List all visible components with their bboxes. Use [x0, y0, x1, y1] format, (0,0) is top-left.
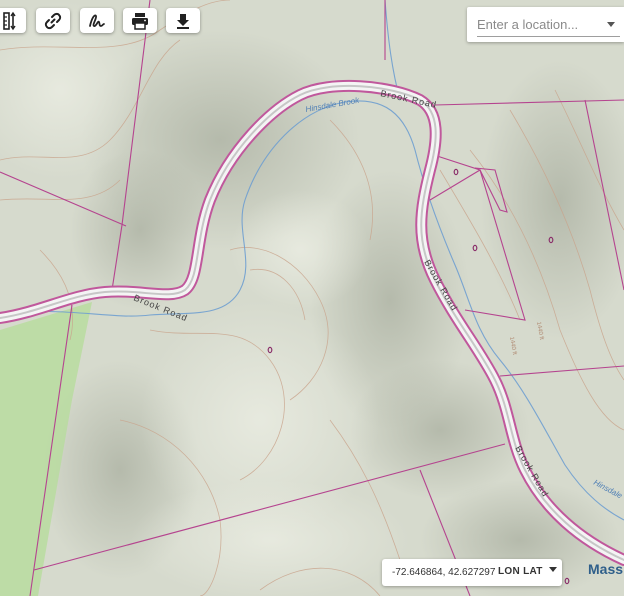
coordinate-format-select[interactable]: LON LAT — [498, 566, 557, 580]
map-edge-label: Mass — [588, 561, 624, 577]
location-input[interactable] — [477, 13, 597, 35]
download-icon — [173, 11, 193, 31]
print-icon — [130, 11, 150, 31]
link-icon — [43, 11, 63, 31]
coordinate-format-label: LON LAT — [498, 566, 543, 577]
input-underline — [477, 36, 620, 37]
print-button[interactable] — [123, 8, 157, 33]
download-button[interactable] — [166, 8, 200, 33]
ruler-icon — [0, 11, 20, 31]
coordinate-value: -72.646864, 42.627297 — [392, 567, 496, 578]
measure-button[interactable] — [0, 8, 26, 33]
signature-icon — [87, 11, 107, 31]
location-search — [467, 7, 624, 42]
caret-down-icon — [548, 567, 557, 572]
draw-button[interactable] — [80, 8, 114, 33]
chevron-down-icon[interactable] — [607, 22, 615, 27]
link-button[interactable] — [36, 8, 70, 33]
coordinate-readout: -72.646864, 42.627297 LON LAT — [382, 559, 562, 586]
topographic-map[interactable]: Brook Road Brook Road Brook Road Brook R… — [0, 0, 624, 596]
